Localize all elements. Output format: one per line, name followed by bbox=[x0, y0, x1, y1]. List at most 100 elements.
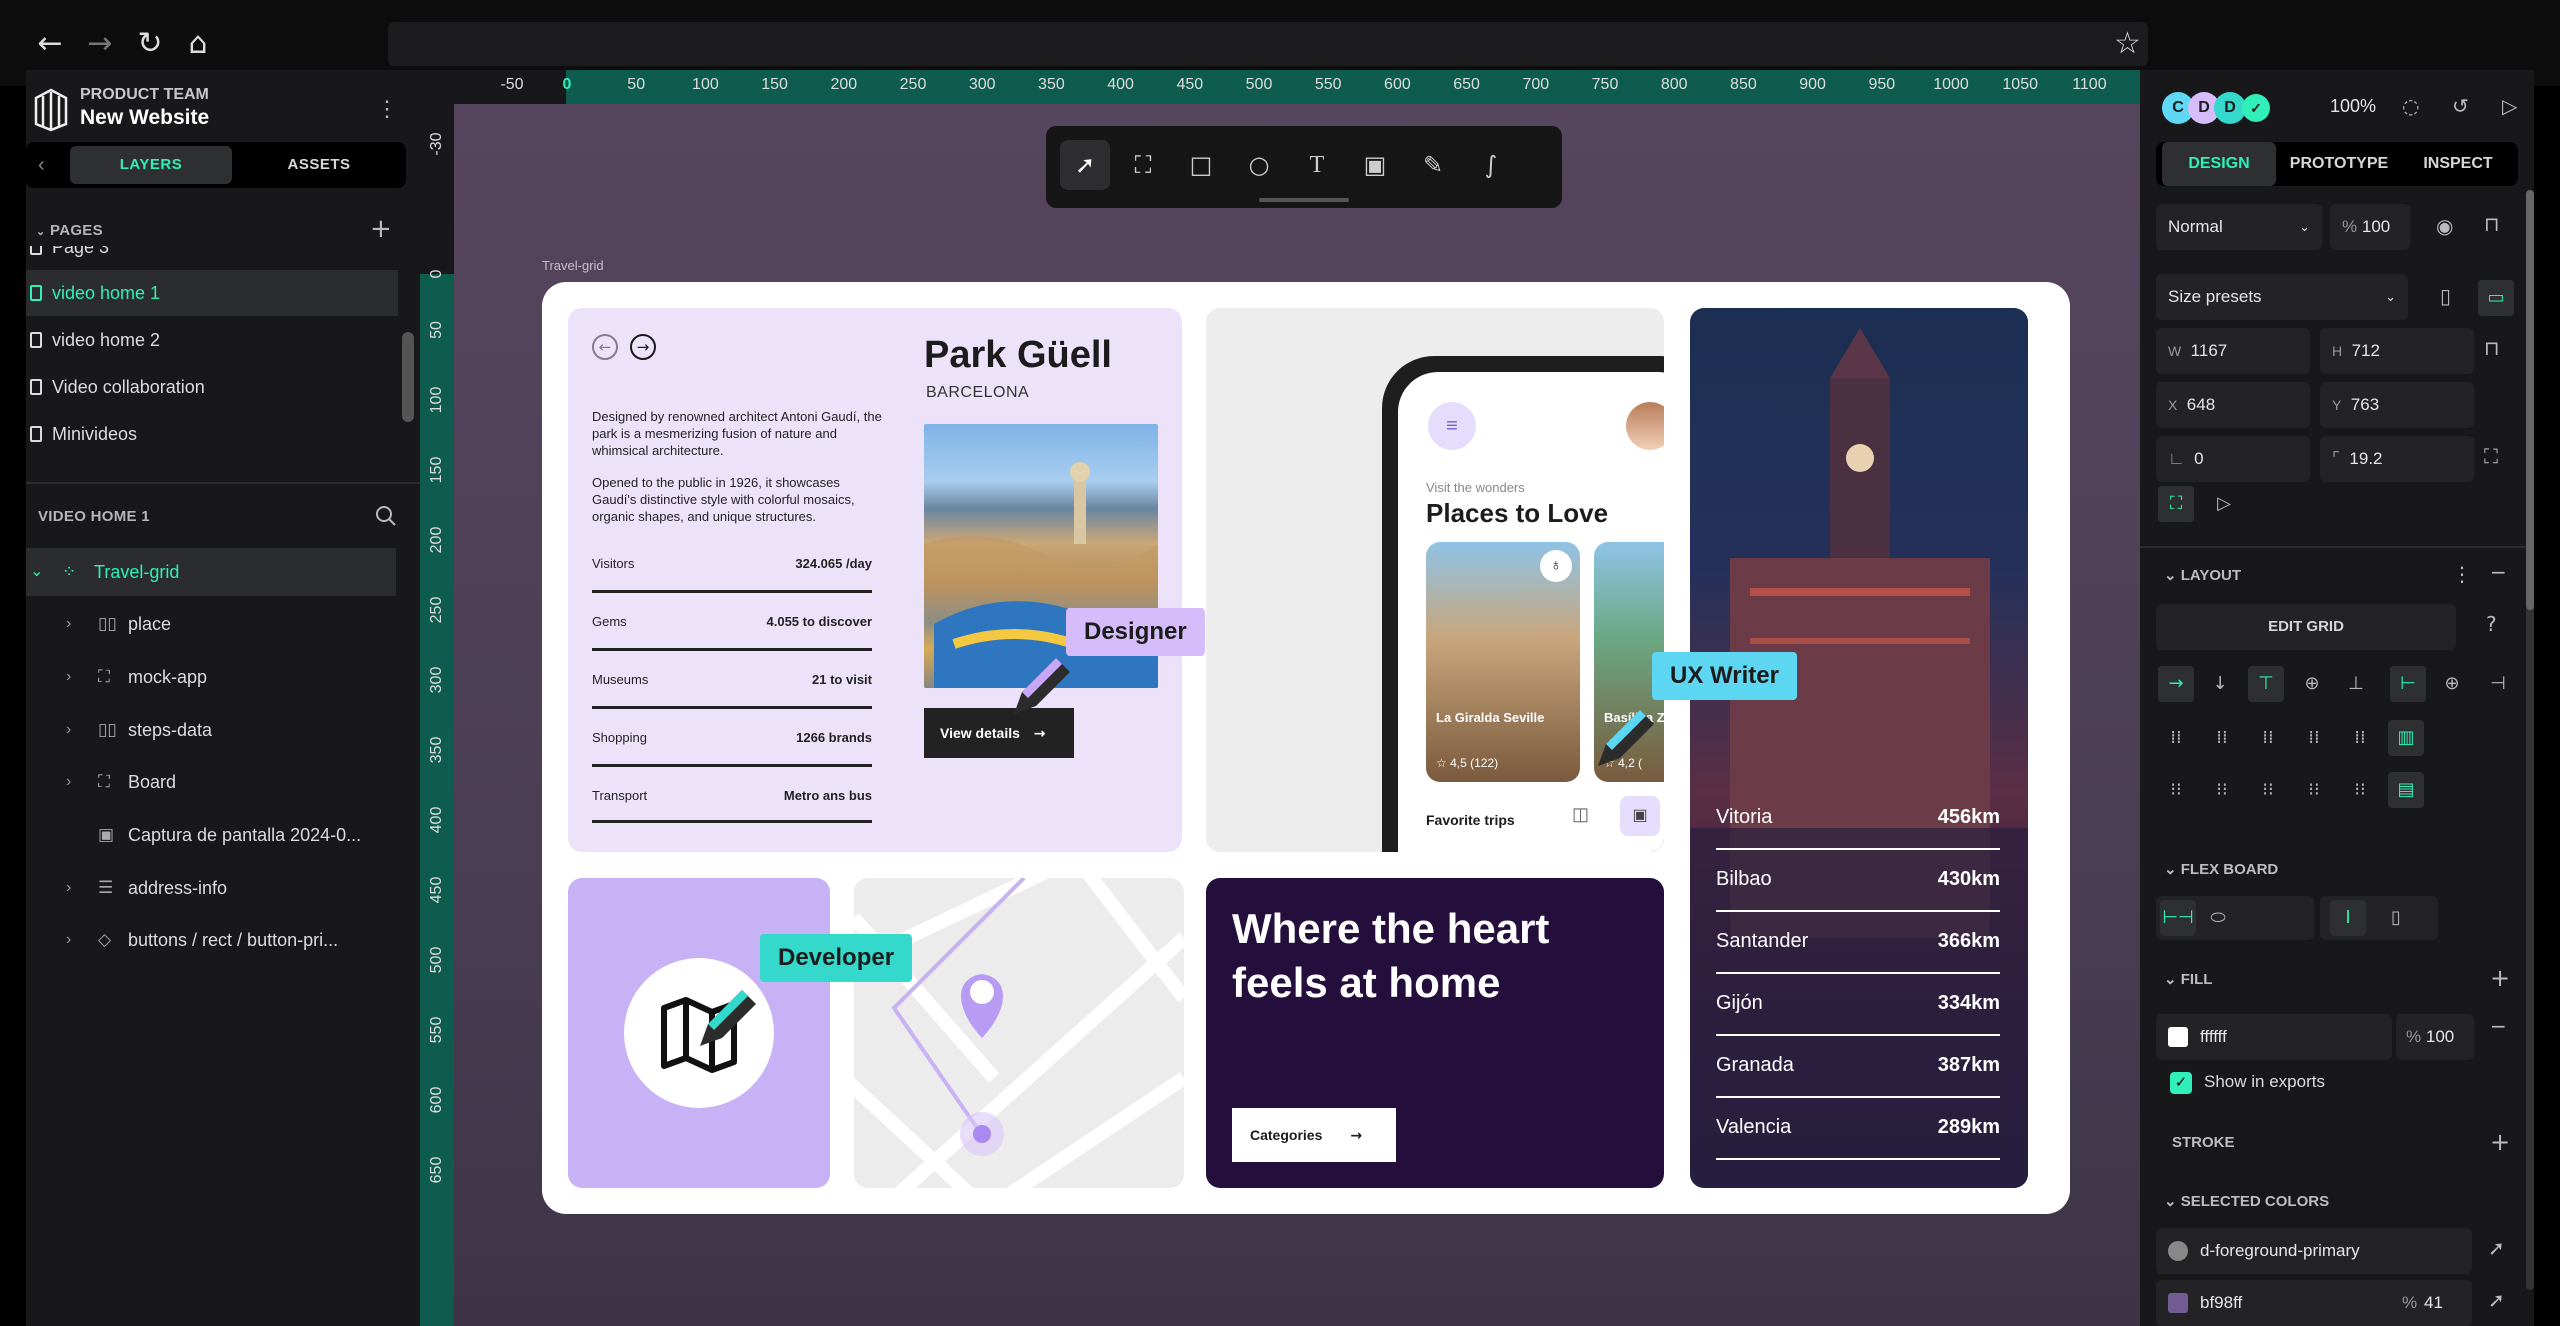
layer-row-selected[interactable]: ⌄ ⁘ Travel-grid bbox=[26, 548, 396, 596]
auto-height-icon[interactable]: ▯ bbox=[2378, 900, 2414, 936]
fill-color-field[interactable]: ffffff bbox=[2156, 1014, 2392, 1060]
color-swatch[interactable] bbox=[2168, 1293, 2188, 1313]
project-menu-icon[interactable]: ⋮ bbox=[376, 96, 398, 122]
distribute-icon[interactable]: ⁝⁝ bbox=[2158, 772, 2194, 808]
distribute-icon[interactable]: ⁞⁞ bbox=[2250, 720, 2286, 756]
bookmark-star-icon[interactable]: ☆ bbox=[2114, 26, 2141, 62]
design-canvas[interactable]: ➚ ⛶ □ ○ T ▣ ✎ ∫ Travel-grid ← → Park Güe… bbox=[454, 104, 2140, 1326]
color-token-row[interactable]: d-foreground-primary bbox=[2156, 1228, 2472, 1274]
eye-icon[interactable]: ◉ bbox=[2436, 214, 2453, 238]
travel-grid-board[interactable]: ← → Park Güell BARCELONA Designed by ren… bbox=[542, 282, 2070, 1214]
distribute-icon[interactable]: ⁞⁞ bbox=[2204, 720, 2240, 756]
blend-mode-select[interactable]: Normal ⌄ bbox=[2156, 204, 2322, 250]
layer-row[interactable]: › ▯▯ place bbox=[26, 600, 396, 648]
fill-opacity-field[interactable]: % 100 bbox=[2396, 1014, 2474, 1060]
next-arrow-icon[interactable]: → bbox=[630, 334, 656, 360]
direction-row-icon[interactable]: → bbox=[2158, 666, 2194, 702]
page-item[interactable]: video home 2 bbox=[26, 317, 398, 363]
zoom-level[interactable]: 100% bbox=[2330, 96, 2376, 117]
layer-opacity-field[interactable]: % 100 bbox=[2330, 204, 2410, 250]
align-top-icon[interactable]: ⊤ bbox=[2248, 666, 2284, 702]
scrollbar-thumb[interactable] bbox=[2526, 190, 2534, 610]
categories-button[interactable]: Categories → bbox=[1232, 1108, 1396, 1162]
project-name[interactable]: New Website bbox=[80, 106, 209, 130]
history-icon[interactable]: ↺ bbox=[2452, 94, 2469, 118]
forward-arrow-icon[interactable]: → bbox=[82, 26, 118, 62]
portrait-icon[interactable]: ▯ bbox=[2440, 284, 2451, 308]
home-icon[interactable]: ⌂ bbox=[180, 26, 216, 62]
page-item[interactable]: Minivideos bbox=[26, 411, 398, 457]
remove-icon[interactable]: − bbox=[2490, 560, 2507, 584]
comments-icon[interactable]: ◌ bbox=[2402, 94, 2419, 118]
back-arrow-icon[interactable]: ← bbox=[32, 26, 68, 62]
toolbar-drag-handle[interactable] bbox=[1259, 198, 1349, 202]
tab-prototype[interactable]: PROTOTYPE bbox=[2280, 142, 2398, 186]
layer-row[interactable]: ▣ Captura de pantalla 2024-0... bbox=[26, 811, 396, 859]
direction-column-icon[interactable]: ↓ bbox=[2202, 666, 2238, 702]
search-icon[interactable] bbox=[374, 504, 398, 528]
board-label[interactable]: Travel-grid bbox=[542, 258, 604, 273]
layer-row[interactable]: › ☰ address-info bbox=[26, 864, 396, 912]
play-icon[interactable]: ▷ bbox=[2502, 94, 2517, 118]
image-tool-icon[interactable]: ▣ bbox=[1350, 140, 1400, 190]
place-card[interactable]: ♁ La Giralda Seville ☆ 4,5 (122) bbox=[1426, 542, 1580, 782]
fill-swatch[interactable] bbox=[2168, 1027, 2188, 1047]
show-in-exports-checkbox[interactable]: ✓ bbox=[2170, 1072, 2192, 1094]
justify-start-icon[interactable]: ⊢ bbox=[2390, 666, 2426, 702]
lock-icon[interactable]: ⊓ bbox=[2484, 212, 2500, 236]
list-view-icon[interactable]: ◫ bbox=[1572, 804, 1589, 825]
size-presets-select[interactable]: Size presets ⌄ bbox=[2156, 274, 2408, 320]
distribute-icon[interactable]: ⁞⁞ bbox=[2158, 720, 2194, 756]
tab-design[interactable]: DESIGN bbox=[2162, 142, 2276, 186]
select-shapes-icon[interactable]: ➚ bbox=[2488, 1236, 2505, 1260]
board-tool-icon[interactable]: ⛶ bbox=[1118, 140, 1168, 190]
layer-row[interactable]: › ▯▯ steps-data bbox=[26, 706, 396, 754]
auto-width-icon[interactable]: ⬭ bbox=[2200, 900, 2236, 936]
add-page-icon[interactable]: + bbox=[370, 214, 392, 244]
select-shapes-icon[interactable]: ➚ bbox=[2488, 1288, 2505, 1312]
move-tool-icon[interactable]: ➚ bbox=[1060, 140, 1110, 190]
tab-layers[interactable]: LAYERS bbox=[70, 146, 232, 184]
edit-grid-button[interactable]: EDIT GRID bbox=[2156, 604, 2456, 650]
justify-center-icon[interactable]: ⊕ bbox=[2434, 666, 2470, 702]
x-field[interactable]: X 648 bbox=[2156, 382, 2310, 428]
distribute-icon[interactable]: ⁝⁝ bbox=[2296, 772, 2332, 808]
radius-field[interactable]: ⌜ 19.2 bbox=[2320, 436, 2474, 482]
show-in-view-icon[interactable]: ▷ bbox=[2206, 486, 2242, 522]
clip-content-icon[interactable]: ⛶ bbox=[2158, 486, 2194, 522]
justify-end-icon[interactable]: ⊣ bbox=[2480, 666, 2516, 702]
layer-row[interactable]: › ◇ buttons / rect / button-pri... bbox=[26, 916, 396, 964]
color-row[interactable]: bf98ff% 41 bbox=[2156, 1280, 2472, 1326]
page-item-selected[interactable]: video home 1 bbox=[26, 270, 398, 316]
pages-header[interactable]: ⌄ PAGES bbox=[36, 222, 103, 239]
proportion-lock-icon[interactable]: ⊓ bbox=[2484, 336, 2500, 360]
fix-width-icon[interactable]: ⊢⊣ bbox=[2160, 900, 2196, 936]
page-item[interactable]: Video collaboration bbox=[26, 364, 398, 410]
avatar[interactable] bbox=[1626, 402, 1664, 450]
pages-scrollbar[interactable] bbox=[402, 332, 414, 422]
reload-icon[interactable]: ↻ bbox=[132, 26, 168, 62]
stretch-icon[interactable]: ▥ bbox=[2388, 720, 2424, 756]
independent-corners-icon[interactable]: ⛶ bbox=[2484, 444, 2498, 468]
rectangle-tool-icon[interactable]: □ bbox=[1176, 140, 1226, 190]
ellipse-tool-icon[interactable]: ○ bbox=[1234, 140, 1284, 190]
menu-icon[interactable]: ≡ bbox=[1428, 402, 1476, 450]
tab-assets[interactable]: ASSETS bbox=[238, 146, 400, 184]
add-stroke-icon[interactable]: + bbox=[2490, 1128, 2510, 1156]
previous-arrow-icon[interactable]: ← bbox=[592, 334, 618, 360]
layer-row[interactable]: › ⛶ mock-app bbox=[26, 653, 396, 701]
landscape-icon[interactable]: ▭ bbox=[2478, 280, 2514, 316]
width-field[interactable]: W 1167 bbox=[2156, 328, 2310, 374]
distribute-icon[interactable]: ⁝⁝ bbox=[2204, 772, 2240, 808]
help-icon[interactable]: ? bbox=[2486, 612, 2497, 636]
more-options-icon[interactable]: ⋮ bbox=[2452, 562, 2472, 586]
chevron-left-icon[interactable]: ‹ bbox=[38, 154, 45, 177]
fix-height-icon[interactable]: I bbox=[2330, 900, 2366, 936]
pencil-tool-icon[interactable]: ✎ bbox=[1408, 140, 1458, 190]
stretch-icon[interactable]: ▤ bbox=[2388, 772, 2424, 808]
align-bottom-icon[interactable]: ⊥ bbox=[2338, 666, 2374, 702]
text-tool-icon[interactable]: T bbox=[1292, 140, 1342, 190]
distribute-icon[interactable]: ⁝⁝ bbox=[2250, 772, 2286, 808]
height-field[interactable]: H 712 bbox=[2320, 328, 2474, 374]
distribute-icon[interactable]: ⁝⁝ bbox=[2342, 772, 2378, 808]
